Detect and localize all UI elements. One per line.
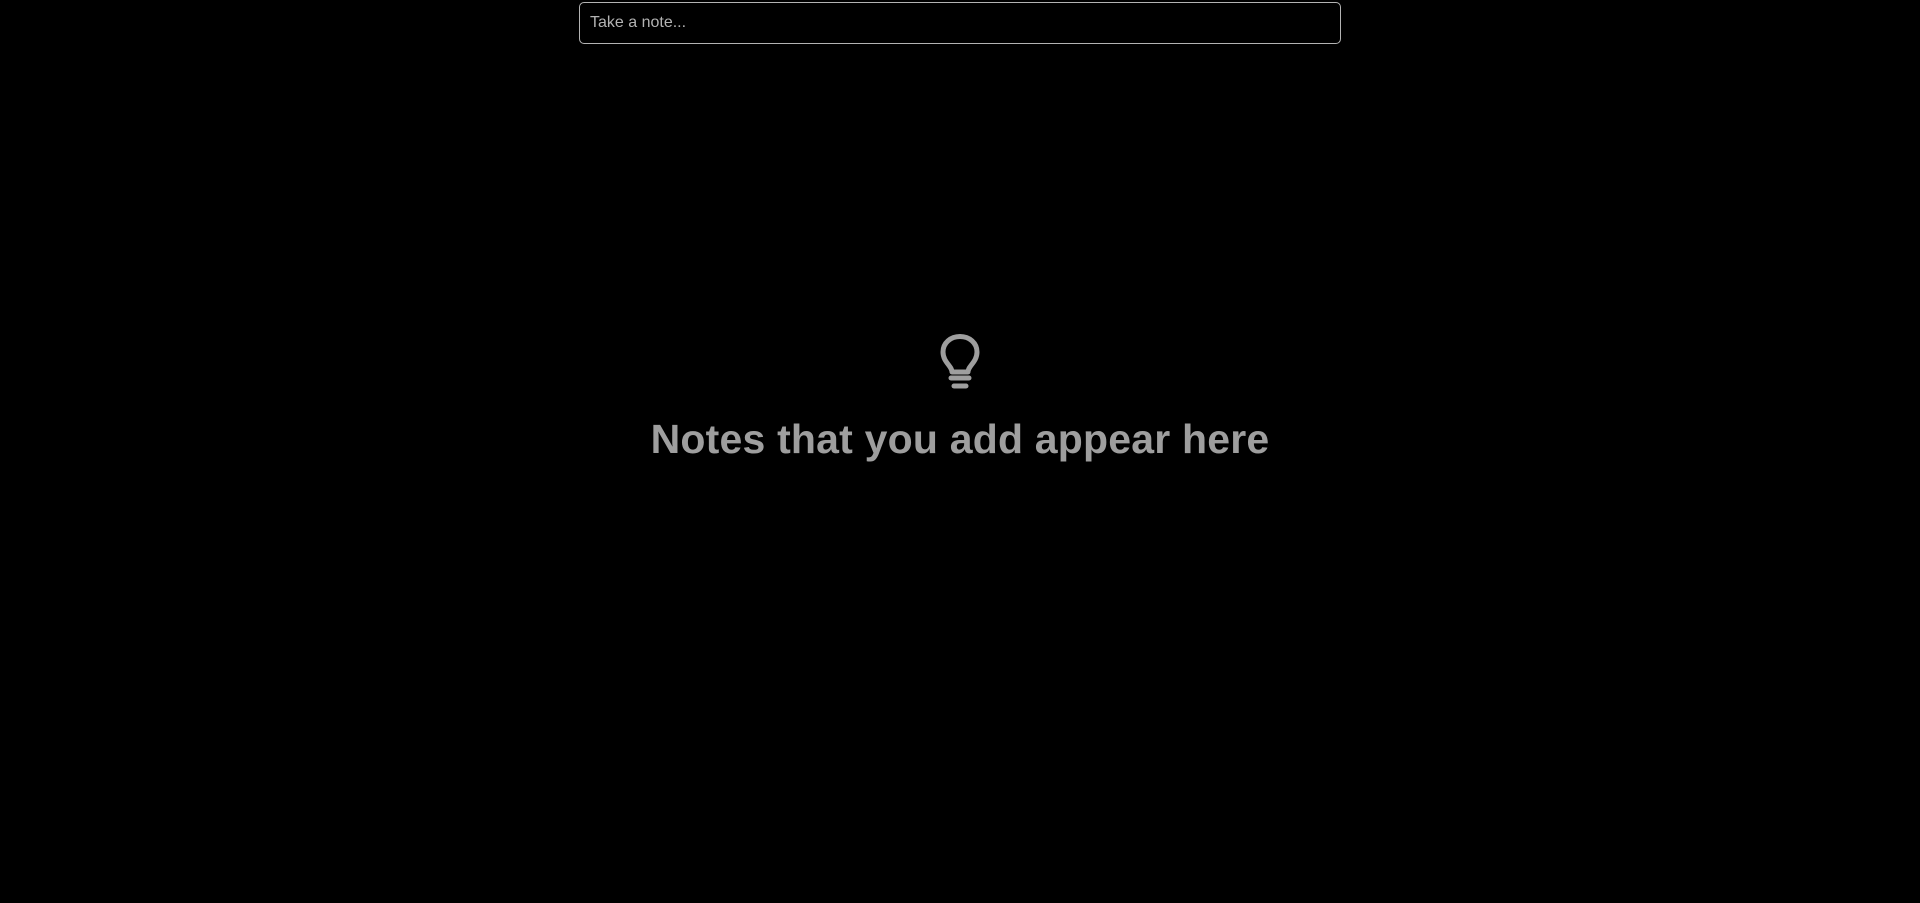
note-input-container — [579, 2, 1341, 44]
notes-page: Notes that you add appear here — [0, 0, 1920, 903]
empty-state: Notes that you add appear here — [0, 334, 1920, 463]
take-note-input[interactable] — [579, 2, 1341, 44]
empty-state-message: Notes that you add appear here — [650, 416, 1270, 462]
lightbulb-icon — [938, 334, 982, 390]
